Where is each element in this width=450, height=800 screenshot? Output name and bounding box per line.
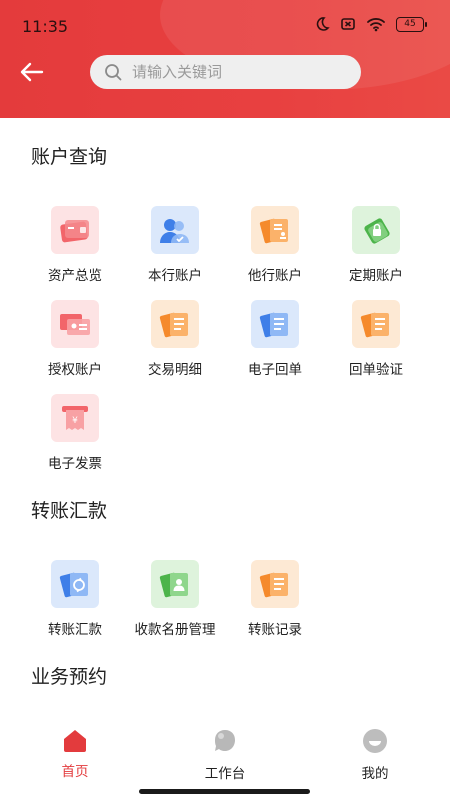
status-icons: 45: [314, 16, 427, 32]
back-arrow-icon: [20, 62, 44, 82]
payee-book-icon: [151, 560, 199, 608]
section-title-appointment: 业务预约: [31, 666, 108, 688]
item-own-bank-account[interactable]: 本行账户: [125, 206, 225, 284]
tab-home[interactable]: 首页: [25, 728, 125, 780]
no-sim-icon: [341, 18, 355, 30]
tab-label: 首页: [61, 764, 89, 780]
item-e-receipt[interactable]: 电子回单: [225, 300, 325, 378]
section-title-account-query: 账户查询: [31, 146, 108, 168]
home-icon: [64, 730, 86, 752]
item-asset-overview[interactable]: 资产总览: [25, 206, 125, 284]
back-button[interactable]: [18, 60, 46, 84]
item-label: 资产总览: [48, 268, 102, 284]
item-transfer-remit[interactable]: 转账汇款: [25, 560, 125, 638]
item-payee-book[interactable]: 收款名册管理: [125, 560, 225, 638]
status-bar: 11:35 45: [0, 0, 450, 52]
item-e-invoice[interactable]: ¥ 电子发票: [25, 394, 125, 472]
search-bar[interactable]: [90, 55, 361, 89]
wallet-icon: [51, 206, 99, 254]
item-label: 他行账户: [248, 268, 302, 284]
cards-icon: [251, 206, 299, 254]
invoice-icon: ¥: [51, 394, 99, 442]
wifi-icon: [367, 18, 385, 32]
workbench-icon: [215, 730, 235, 751]
item-receipt-verify[interactable]: 回单验证: [326, 300, 426, 378]
tab-label: 工作台: [204, 766, 246, 782]
item-label: 转账记录: [248, 622, 302, 638]
item-label: 交易明细: [148, 362, 202, 378]
list-card-icon: [151, 300, 199, 348]
receipt-card-icon: [251, 300, 299, 348]
item-label: 定期账户: [349, 268, 403, 284]
home-indicator: [139, 789, 310, 794]
item-other-bank-account[interactable]: 他行账户: [225, 206, 325, 284]
svg-text:¥: ¥: [72, 416, 78, 426]
id-card-icon: [51, 300, 99, 348]
item-label: 本行账户: [148, 268, 202, 284]
status-time: 11:35: [22, 17, 69, 36]
item-label: 收款名册管理: [134, 622, 216, 638]
item-transfer-record[interactable]: 转账记录: [225, 560, 325, 638]
item-label: 电子发票: [48, 456, 102, 472]
profile-icon: [363, 729, 387, 753]
item-label: 回单验证: [349, 362, 403, 378]
tab-label: 我的: [361, 766, 389, 782]
item-authorized-account[interactable]: 授权账户: [25, 300, 125, 378]
verify-card-icon: [352, 300, 400, 348]
lock-card-icon: [352, 206, 400, 254]
search-icon: [105, 64, 122, 81]
users-icon: [151, 206, 199, 254]
header: 11:35 45: [0, 0, 450, 118]
moon-icon: [316, 17, 330, 31]
item-transaction-detail[interactable]: 交易明细: [125, 300, 225, 378]
search-input[interactable]: [132, 63, 342, 81]
item-label: 转账汇款: [48, 622, 102, 638]
record-icon: [251, 560, 299, 608]
item-label: 授权账户: [48, 362, 102, 378]
transfer-icon: [51, 560, 99, 608]
section-title-transfer: 转账汇款: [31, 500, 108, 522]
item-label: 电子回单: [248, 362, 302, 378]
tab-workbench[interactable]: 工作台: [175, 728, 275, 782]
battery-indicator: 45: [396, 16, 427, 32]
item-fixed-deposit-account[interactable]: 定期账户: [326, 206, 426, 284]
tab-mine[interactable]: 我的: [325, 728, 425, 782]
